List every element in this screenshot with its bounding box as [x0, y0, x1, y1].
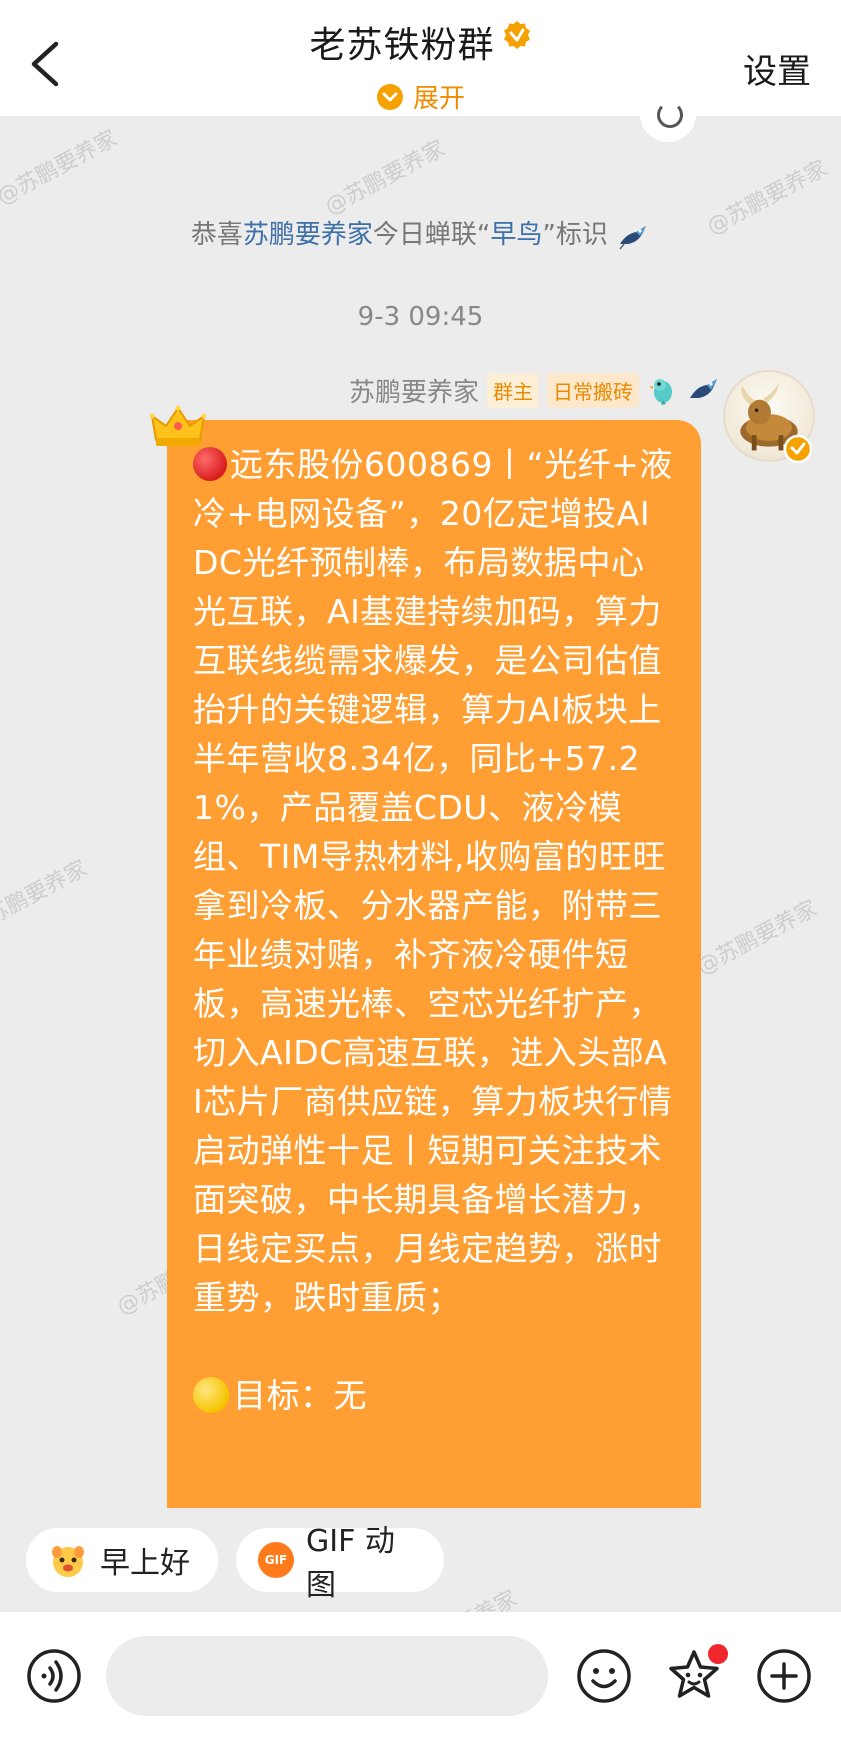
message-target: 目标：无 — [233, 1376, 367, 1415]
settings-button[interactable]: 设置 — [743, 44, 811, 93]
notice-user-link[interactable]: 苏鹏要养家 — [243, 220, 373, 250]
early-bird-icon — [619, 225, 647, 249]
quick-reply-gif[interactable]: GIF GIF 动图 — [236, 1524, 444, 1603]
message-bubble[interactable]: 远东股份600869丨“光纤+液冷+电网设备”，20亿定增投AIDC光纤预制棒，… — [167, 420, 701, 1508]
expand-label: 展开 — [413, 84, 466, 114]
notice-suffix: ”标识 — [542, 220, 608, 250]
scroll-top-button[interactable] — [640, 90, 696, 142]
role-tag-owner: 群主 — [487, 372, 539, 408]
chevron-down-circle-icon — [376, 83, 403, 110]
notice-middle: 今日蝉联“ — [372, 220, 491, 250]
sender-name[interactable]: 苏鹏要养家 — [349, 372, 479, 409]
sender-row: 苏鹏要养家 群主 日常搬砖 — [349, 372, 719, 408]
composer-bar — [0, 1612, 841, 1744]
message-input[interactable] — [106, 1636, 548, 1716]
message-timestamp: 9-3 09:45 — [357, 302, 484, 332]
plus-button[interactable] — [756, 1648, 812, 1704]
verified-badge-icon — [503, 21, 530, 49]
watermark: @苏鹏要养家 — [0, 856, 92, 941]
system-notice: 恭喜苏鹏要养家今日蝉联“早鸟”标识 — [0, 214, 841, 251]
notice-badge-name[interactable]: 早鸟 — [490, 220, 542, 250]
watermark: @苏鹏要养家 — [693, 896, 822, 981]
watermark: @苏鹏要养家 — [321, 136, 450, 221]
quick-reply-gif-label: GIF 动图 — [306, 1524, 395, 1603]
message-text: 远东股份600869丨“光纤+液冷+电网设备”，20亿定增投AIDC光纤预制棒，… — [193, 440, 675, 1420]
verified-badge-icon — [783, 434, 813, 464]
watermark: @苏鹏要养家 — [0, 126, 122, 211]
voice-input-button[interactable] — [26, 1648, 82, 1704]
expand-toggle[interactable]: 展开 — [0, 78, 841, 115]
top-bar: 老苏铁粉群 展开 设置 — [0, 0, 841, 116]
group-title: 老苏铁粉群 — [309, 25, 495, 66]
emoji-button[interactable] — [576, 1648, 632, 1704]
red-circle-icon — [193, 447, 227, 481]
role-tag-daily: 日常搬砖 — [547, 372, 639, 408]
parrot-badge-icon — [649, 379, 672, 405]
notice-prefix: 恭喜 — [190, 220, 243, 250]
notification-dot — [708, 1644, 728, 1664]
gif-icon: GIF — [258, 1542, 294, 1578]
title-area: 老苏铁粉群 — [0, 16, 841, 68]
quick-reply-morning-label: 早上好 — [100, 1546, 190, 1581]
yellow-circle-icon — [193, 1377, 229, 1413]
quick-reply-morning[interactable]: 早上好 — [26, 1528, 218, 1592]
early-bird-badge-icon — [690, 379, 717, 398]
crown-icon — [150, 405, 206, 446]
chat-screen: 老苏铁粉群 展开 设置 @苏鹏要养家 @苏鹏要养家 @苏鹏要养家 @苏鹏要养家 … — [0, 0, 841, 1744]
message-body: 远东股份600869丨“光纤+液冷+电网设备”，20亿定增投AIDC光纤预制棒，… — [193, 445, 673, 1317]
smiling-face-sticker-icon — [52, 1546, 84, 1577]
